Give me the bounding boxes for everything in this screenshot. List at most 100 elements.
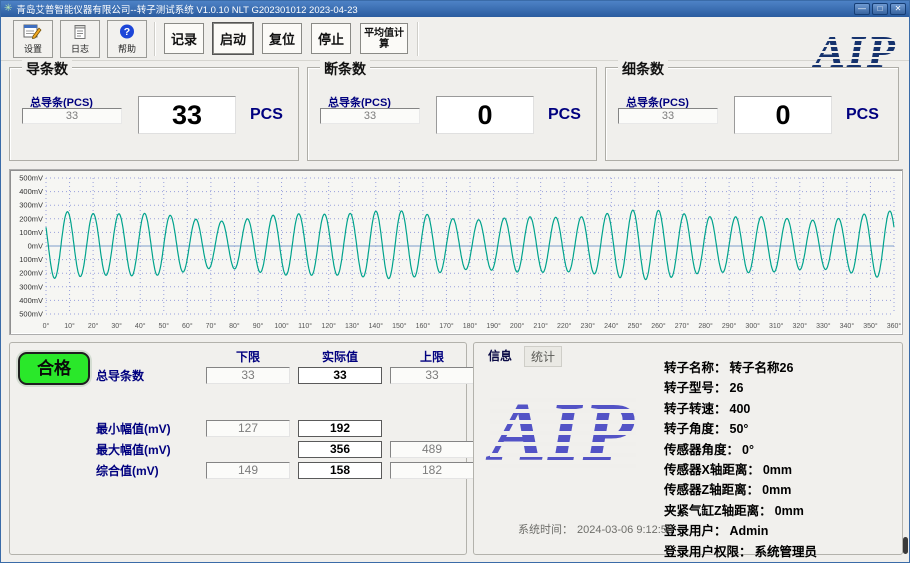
svg-text:270°: 270°	[675, 322, 690, 330]
toolbar-separator	[154, 22, 156, 56]
info-panel: 信息 统计 AIP 转子名称：转子名称26 转子型号：26 转子转速：400 转…	[473, 342, 903, 555]
thin-count-display: 0	[734, 96, 832, 134]
svg-text:140°: 140°	[369, 322, 384, 330]
upper-limit-field[interactable]: 33	[390, 367, 474, 384]
pcs-unit-label: PCS	[846, 106, 879, 124]
help-button[interactable]: ? 帮助	[107, 20, 147, 58]
row-label: 综合值(mV)	[96, 462, 206, 479]
help-button-label: 帮助	[118, 42, 136, 55]
pcs-unit-label: PCS	[548, 106, 581, 124]
svg-text:360°: 360°	[887, 322, 902, 330]
upper-limit-field[interactable]: 489	[390, 441, 474, 458]
field-value: 50°	[730, 422, 749, 436]
table-row-composite-value: 综合值(mV) 149 158 182	[96, 460, 482, 481]
minimize-button[interactable]: —	[854, 3, 870, 15]
svg-text:60°: 60°	[182, 322, 193, 330]
field-label: 转子转速：	[664, 402, 727, 416]
system-time-value: 2024-03-06 9:12:50	[577, 524, 673, 536]
lower-limit-field[interactable]: 33	[206, 367, 290, 384]
log-button-label: 日志	[71, 42, 89, 55]
waveform-chart-panel: 500mV400mV300mV200mV100mV0mV100mV200mV30…	[9, 169, 903, 335]
info-row-rotor-speed: 转子转速：400	[664, 398, 817, 418]
svg-text:340°: 340°	[840, 322, 855, 330]
row-label: 总导条数	[96, 367, 206, 384]
maximize-button[interactable]: □	[872, 3, 888, 15]
svg-text:230°: 230°	[581, 322, 596, 330]
upper-limit-header: 上限	[390, 348, 474, 365]
record-button[interactable]: 记录	[164, 23, 204, 54]
total-bars-input[interactable]: 33	[320, 108, 420, 124]
panel-logo: AIP	[490, 391, 636, 475]
result-table-header: 下限 实际值 上限	[96, 347, 482, 365]
svg-text:400mV: 400mV	[19, 187, 43, 196]
broken-count-display: 0	[436, 96, 534, 134]
actual-value-header: 实际值	[298, 348, 382, 365]
reset-button[interactable]: 复位	[262, 23, 302, 54]
svg-text:170°: 170°	[439, 322, 454, 330]
field-label: 传感器Z轴距离：	[664, 483, 759, 497]
system-time-label: 系统时间：	[518, 524, 573, 536]
average-calc-button[interactable]: 平均值计算	[360, 23, 408, 54]
actual-value-field: 158	[298, 462, 382, 479]
start-button[interactable]: 启动	[213, 23, 253, 54]
tab-info[interactable]: 信息	[482, 346, 518, 365]
total-bars-input[interactable]: 33	[618, 108, 718, 124]
groupbox-title: 断条数	[320, 59, 370, 79]
pcs-unit-label: PCS	[250, 106, 283, 124]
svg-text:90°: 90°	[253, 322, 264, 330]
field-value: 0mm	[763, 463, 792, 477]
groupbox-title: 导条数	[22, 59, 72, 79]
svg-text:120°: 120°	[321, 322, 336, 330]
field-label: 登录用户：	[664, 524, 727, 538]
info-row-sensor-angle: 传感器角度：0°	[664, 439, 817, 459]
log-button[interactable]: 日志	[60, 20, 100, 58]
svg-text:100°: 100°	[274, 322, 289, 330]
svg-text:310°: 310°	[769, 322, 784, 330]
field-value: 系统管理员	[755, 545, 818, 559]
svg-text:50°: 50°	[158, 322, 169, 330]
svg-text:500mV: 500mV	[19, 310, 43, 319]
svg-text:260°: 260°	[651, 322, 666, 330]
close-button[interactable]: ✕	[890, 3, 906, 15]
upper-limit-field[interactable]: 182	[390, 462, 474, 479]
lower-limit-header: 下限	[206, 348, 290, 365]
svg-text:100mV: 100mV	[19, 255, 43, 264]
stop-button[interactable]: 停止	[311, 23, 351, 54]
svg-text:500mV: 500mV	[19, 174, 43, 183]
lower-limit-field[interactable]: 149	[206, 462, 290, 479]
settings-button[interactable]: 设置	[13, 20, 53, 58]
app-window: ✳ 青岛艾普智能仪器有限公司--转子测试系统 V1.0.10 NLT G2023…	[0, 0, 910, 563]
field-label: 传感器X轴距离：	[664, 463, 760, 477]
toolbar-separator	[417, 22, 419, 56]
table-row-min-amplitude: 最小幅值(mV) 127 192	[96, 418, 482, 439]
info-row-rotor-angle: 转子角度：50°	[664, 418, 817, 438]
info-row-rotor-name: 转子名称：转子名称26	[664, 357, 817, 377]
svg-text:160°: 160°	[416, 322, 431, 330]
row-label: 最大幅值(mV)	[96, 441, 206, 458]
bar-count-display: 33	[138, 96, 236, 134]
scrollbar-thumb[interactable]	[903, 537, 908, 554]
info-row-sensor-x-distance: 传感器X轴距离：0mm	[664, 459, 817, 479]
actual-value-field: 192	[298, 420, 382, 437]
waveform-chart: 500mV400mV300mV200mV100mV0mV100mV200mV30…	[10, 170, 902, 334]
app-icon: ✳	[4, 4, 12, 14]
total-bars-input[interactable]: 33	[22, 108, 122, 124]
settings-button-label: 设置	[24, 42, 42, 55]
svg-text:350°: 350°	[863, 322, 878, 330]
lower-limit-field[interactable]: 127	[206, 420, 290, 437]
svg-text:0°: 0°	[43, 322, 50, 330]
svg-text:70°: 70°	[206, 322, 217, 330]
field-label: 夹紧气缸Z轴距离：	[664, 504, 772, 518]
svg-text:?: ?	[124, 26, 130, 38]
info-row-login-user: 登录用户：Admin	[664, 520, 817, 540]
window-title: 青岛艾普智能仪器有限公司--转子测试系统 V1.0.10 NLT G202301…	[16, 2, 854, 16]
tab-statistics[interactable]: 统计	[524, 346, 562, 367]
svg-text:200°: 200°	[510, 322, 525, 330]
svg-text:240°: 240°	[604, 322, 619, 330]
svg-text:20°: 20°	[88, 322, 99, 330]
system-time: 系统时间： 2024-03-06 9:12:50	[518, 521, 673, 537]
field-label: 转子型号：	[664, 381, 727, 395]
log-notepad-icon	[70, 23, 90, 41]
svg-text:180°: 180°	[463, 322, 478, 330]
svg-text:400mV: 400mV	[19, 296, 43, 305]
